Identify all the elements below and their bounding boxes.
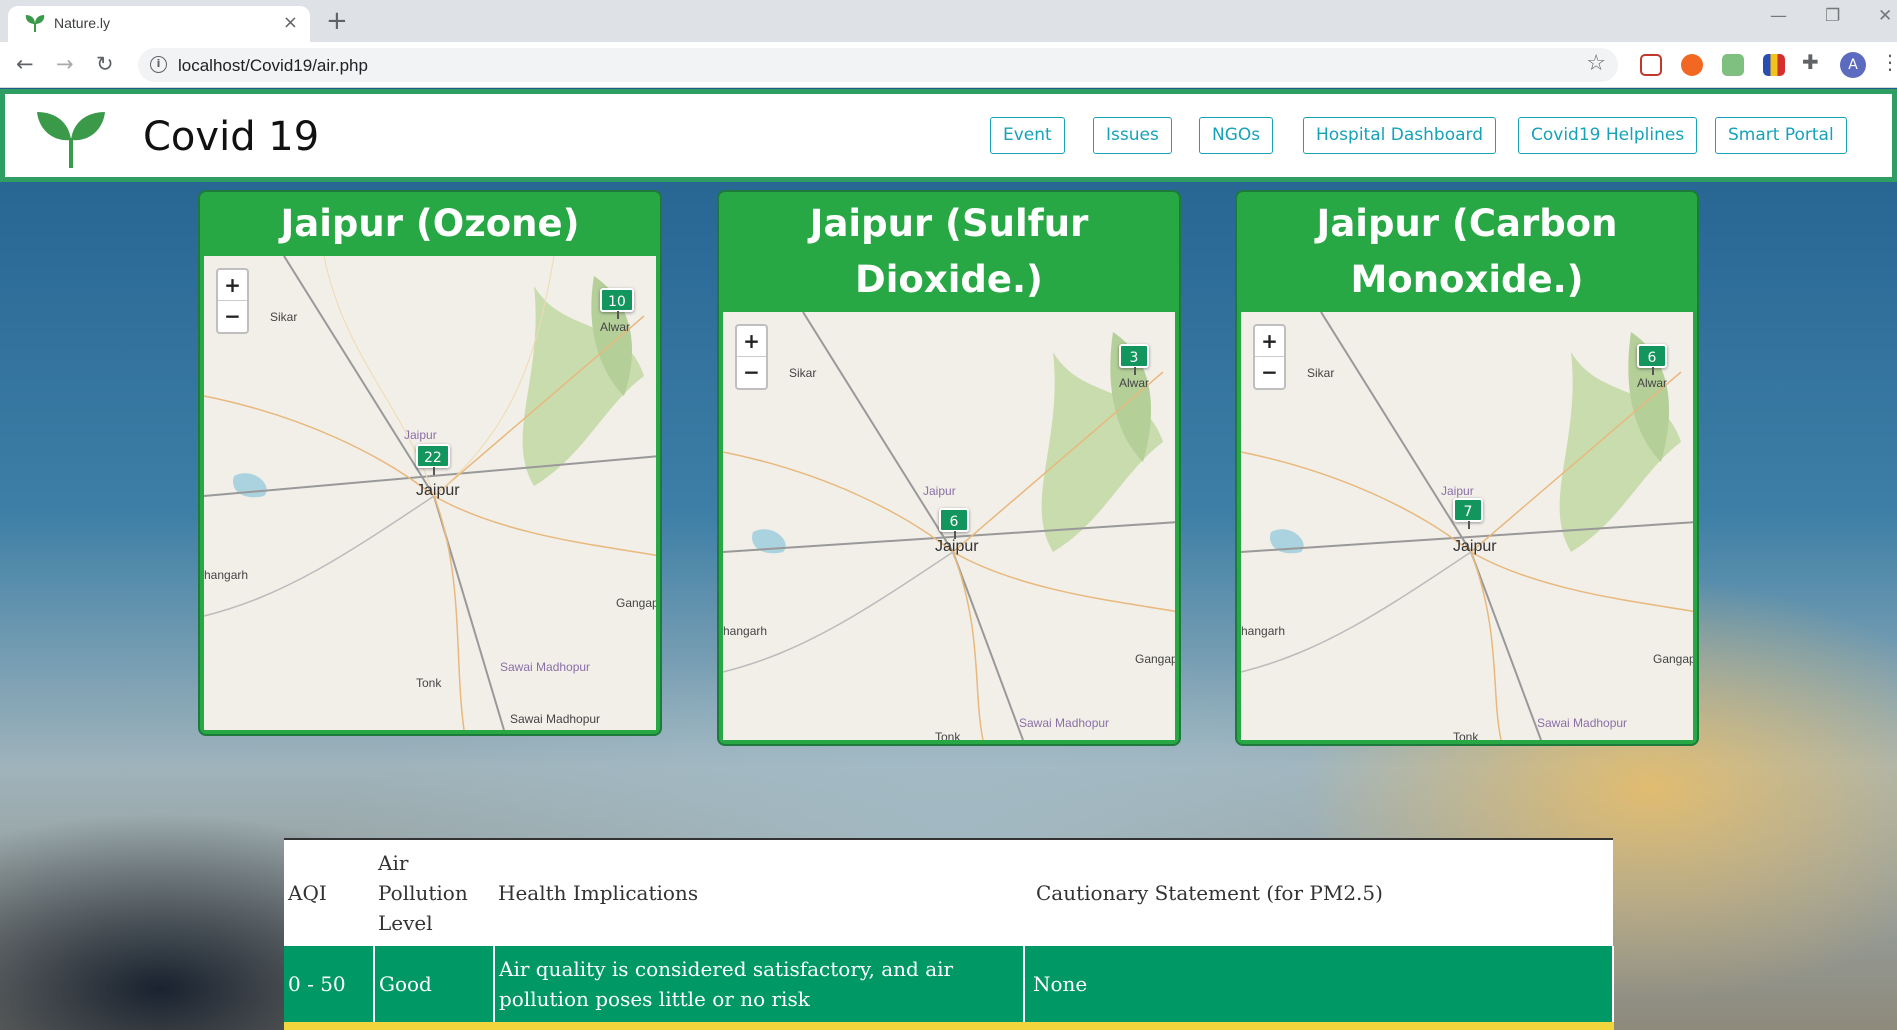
map-card-title: Jaipur (Carbon Monoxide.) [1316,202,1618,301]
green-extension-icon[interactable] [1722,54,1744,76]
minimize-icon[interactable]: — [1770,6,1787,26]
zoom-in-button[interactable]: + [1255,326,1284,357]
nav-event-button[interactable]: Event [990,117,1065,154]
address-bar[interactable]: i localhost/Covid19/air.php ☆ [138,48,1618,82]
site-header: Covid 19 Event Issues NGOs Hospital Dash… [0,89,1897,182]
back-icon[interactable]: ← [16,52,34,76]
map-marker[interactable]: 6 [1637,344,1667,375]
map-marker[interactable]: 6 [939,508,969,539]
flag-extension-icon[interactable] [1763,54,1785,76]
table-header-row: AQI Air Pollution Level Health Implicati… [284,838,1613,946]
map-card-ozone: Jaipur (Ozone) + − Sikar Alwar Jaipur Ja… [198,190,662,736]
map-card-title: Jaipur (Ozone) [280,202,580,245]
map-view[interactable]: + − Sikar Alwar Jaipur Jaipur hangarh Ga… [204,256,656,730]
table-row: 0 - 50 Good Air quality is considered sa… [284,946,1614,1022]
table-cell: Good [374,946,495,1022]
brand-title[interactable]: Covid 19 [143,114,319,160]
zoom-in-button[interactable]: + [737,326,766,357]
map-marker[interactable]: 10 [600,288,634,319]
map-view[interactable]: + − Sikar Alwar Jaipur Jaipur hangarh Ga… [723,312,1175,740]
place-label: Alwar [1119,376,1150,390]
place-label: hangarh [723,624,768,638]
column-header: AQI [284,838,374,946]
forward-icon[interactable]: → [56,52,74,76]
aqi-table: AQI Air Pollution Level Health Implicati… [284,838,1614,1022]
profile-avatar[interactable]: A [1840,52,1866,78]
pocket-extension-icon[interactable] [1640,54,1662,76]
nav-ngos-button[interactable]: NGOs [1199,117,1274,154]
browser-tab[interactable]: Nature.ly × [8,6,310,42]
site-info-icon[interactable]: i [150,56,167,73]
table-cell: None [1024,946,1614,1022]
place-label: Jaipur [416,482,460,499]
place-label: Alwar [1637,376,1668,390]
place-label: Gangap [1653,652,1693,666]
place-label: hangarh [204,568,249,582]
column-header: Air Pollution Level [374,838,494,946]
map-card-sulfur-dioxide: Jaipur (Sulfur Dioxide.) + − Sikar Alwar… [717,190,1181,746]
map-card-carbon-monoxide: Jaipur (Carbon Monoxide.) + − Sikar Alwa… [1235,190,1699,746]
browser-toolbar: ← → ↻ i localhost/Covid19/air.php ☆ ✚ A … [0,42,1897,88]
place-label: Jaipur [923,484,956,498]
zoom-control: + − [735,324,768,390]
place-label: Sawai Madhopur [1019,716,1110,730]
place-label: Gangap [616,596,656,610]
leaf-logo-icon[interactable] [31,108,111,170]
table-cell: Air quality is considered satisfactory, … [494,946,1025,1022]
place-label: Sikar [270,310,298,324]
map-marker[interactable]: 7 [1453,498,1483,529]
map-marker[interactable]: 22 [416,444,450,475]
place-label: Jaipur [1441,484,1474,498]
tab-close-icon[interactable]: × [283,12,298,33]
puzzle-extensions-icon[interactable]: ✚ [1802,50,1824,74]
map-card-title: Jaipur (Sulfur Dioxide.) [809,202,1089,301]
leaf-favicon-icon [25,15,45,32]
place-label: Sikar [1307,366,1335,380]
place-label: Gangap [1135,652,1175,666]
place-label: Tonk [416,676,442,690]
map-view[interactable]: + − Sikar Alwar Jaipur Jaipur hangarh Ga… [1241,312,1693,740]
column-header: Health Implications [494,838,1024,946]
orange-extension-icon[interactable] [1681,54,1703,76]
place-label: Tonk [935,730,961,740]
reload-icon[interactable]: ↻ [96,52,114,76]
bookmark-star-icon[interactable]: ☆ [1586,51,1606,76]
place-label: Sawai Madhopur [500,660,591,674]
url-text: localhost/Covid19/air.php [178,56,368,75]
zoom-control: + − [1253,324,1286,390]
place-label: Jaipur [404,428,437,442]
browser-menu-icon[interactable]: ⋮ [1880,50,1897,74]
restore-icon[interactable]: ❐ [1825,6,1840,26]
zoom-control: + − [216,268,249,334]
table-row-moderate-partial [284,1022,1614,1030]
nav-covid19-helplines-button[interactable]: Covid19 Helplines [1518,117,1698,154]
column-header: Cautionary Statement (for PM2.5) [1024,838,1613,946]
table-cell: 0 - 50 [284,946,375,1022]
zoom-out-button[interactable]: − [218,301,247,332]
tab-title: Nature.ly [54,15,111,31]
place-label: Sawai Madhopur [1537,716,1628,730]
new-tab-icon[interactable]: + [326,6,348,36]
place-label: Jaipur [1453,538,1497,555]
browser-tab-bar: Nature.ly × + — ❐ ✕ [0,0,1897,42]
place-label: Alwar [600,320,631,334]
zoom-out-button[interactable]: − [1255,357,1284,388]
place-label: hangarh [1241,624,1286,638]
map-marker[interactable]: 3 [1119,344,1149,375]
place-label: Sikar [789,366,817,380]
nav-smart-portal-button[interactable]: Smart Portal [1715,117,1847,154]
zoom-in-button[interactable]: + [218,270,247,301]
zoom-out-button[interactable]: − [737,357,766,388]
close-window-icon[interactable]: ✕ [1878,6,1892,26]
nav-issues-button[interactable]: Issues [1093,117,1172,154]
nav-hospital-dashboard-button[interactable]: Hospital Dashboard [1303,117,1496,154]
place-label: Jaipur [935,538,979,555]
place-label: Sawai Madhopur [510,712,601,726]
place-label: Tonk [1453,730,1479,740]
